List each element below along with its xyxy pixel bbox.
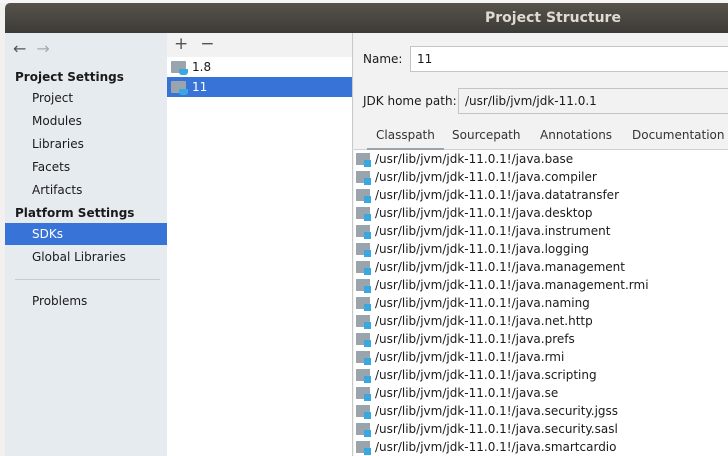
classpath-item[interactable]: /usr/lib/jvm/jdk-11.0.1!/java.management… (354, 276, 728, 294)
classpath-item[interactable]: /usr/lib/jvm/jdk-11.0.1!/java.smartcardi… (354, 438, 728, 456)
add-icon[interactable]: + (174, 34, 188, 54)
jar-folder-icon (356, 423, 371, 437)
tab-annotations[interactable]: Annotations (540, 128, 612, 142)
jar-folder-icon (356, 405, 371, 419)
classpath-path: /usr/lib/jvm/jdk-11.0.1!/java.security.j… (375, 404, 619, 418)
sidebar-item-libraries[interactable]: Libraries (5, 133, 167, 155)
jar-folder-icon (356, 225, 371, 239)
classpath-path: /usr/lib/jvm/jdk-11.0.1!/java.rmi (375, 350, 565, 364)
classpath-item[interactable]: /usr/lib/jvm/jdk-11.0.1!/java.datatransf… (354, 186, 728, 204)
classpath-path: /usr/lib/jvm/jdk-11.0.1!/java.datatransf… (375, 188, 620, 202)
sidebar-item-modules[interactable]: Modules (5, 110, 167, 132)
back-arrow-icon[interactable]: ← (13, 39, 26, 58)
classpath-item[interactable]: /usr/lib/jvm/jdk-11.0.1!/java.base (354, 150, 728, 168)
name-label: Name: (363, 52, 403, 66)
sdk-detail-panel: Name: 11 JDK home path: /usr/lib/jvm/jdk… (354, 33, 728, 456)
jar-folder-icon (356, 315, 371, 329)
classpath-item[interactable]: /usr/lib/jvm/jdk-11.0.1!/java.scripting (354, 366, 728, 384)
jar-folder-icon (356, 261, 371, 275)
classpath-list[interactable]: /usr/lib/jvm/jdk-11.0.1!/java.base/usr/l… (354, 150, 728, 456)
sidebar-item-sdks[interactable]: SDKs (5, 223, 167, 245)
jar-folder-icon (356, 369, 371, 383)
sidebar: ← → Project Settings Project Modules Libr… (5, 33, 167, 456)
classpath-item[interactable]: /usr/lib/jvm/jdk-11.0.1!/java.compiler (354, 168, 728, 186)
classpath-path: /usr/lib/jvm/jdk-11.0.1!/java.smartcardi… (375, 440, 617, 454)
jar-folder-icon (356, 441, 371, 455)
jar-folder-icon (356, 189, 371, 203)
classpath-item[interactable]: /usr/lib/jvm/jdk-11.0.1!/java.logging (354, 240, 728, 258)
jar-folder-icon (356, 171, 371, 185)
jar-folder-icon (356, 387, 371, 401)
classpath-path: /usr/lib/jvm/jdk-11.0.1!/java.se (375, 386, 559, 400)
classpath-item[interactable]: /usr/lib/jvm/jdk-11.0.1!/java.desktop (354, 204, 728, 222)
jar-folder-icon (356, 351, 371, 365)
sidebar-item-project[interactable]: Project (5, 87, 167, 109)
classpath-path: /usr/lib/jvm/jdk-11.0.1!/java.prefs (375, 332, 575, 346)
classpath-item[interactable]: /usr/lib/jvm/jdk-11.0.1!/java.rmi (354, 348, 728, 366)
classpath-path: /usr/lib/jvm/jdk-11.0.1!/java.desktop (375, 206, 593, 220)
name-input[interactable]: 11 (410, 46, 728, 72)
forward-arrow-icon[interactable]: → (36, 39, 49, 58)
section-project-settings: Project Settings (15, 70, 124, 84)
classpath-path: /usr/lib/jvm/jdk-11.0.1!/java.net.http (375, 314, 593, 328)
tab-classpath[interactable]: Classpath (367, 128, 444, 151)
classpath-path: /usr/lib/jvm/jdk-11.0.1!/java.compiler (375, 170, 597, 184)
title-bar: Project Structure (5, 3, 728, 33)
sdk-list-panel: + − 1.8 11 (167, 33, 353, 456)
section-platform-settings: Platform Settings (15, 206, 135, 220)
sidebar-item-artifacts[interactable]: Artifacts (5, 179, 167, 201)
classpath-path: /usr/lib/jvm/jdk-11.0.1!/java.security.s… (375, 422, 618, 436)
classpath-path: /usr/lib/jvm/jdk-11.0.1!/java.naming (375, 296, 590, 310)
classpath-item[interactable]: /usr/lib/jvm/jdk-11.0.1!/java.management (354, 258, 728, 276)
remove-icon[interactable]: − (200, 34, 214, 54)
jar-folder-icon (356, 333, 371, 347)
sdk-item[interactable]: 11 (167, 77, 352, 97)
tab-documentation-paths[interactable]: Documentation P (632, 128, 728, 142)
classpath-item[interactable]: /usr/lib/jvm/jdk-11.0.1!/java.net.http (354, 312, 728, 330)
sidebar-item-problems[interactable]: Problems (5, 290, 167, 312)
jdk-home-path-field[interactable]: /usr/lib/jvm/jdk-11.0.1 (458, 88, 728, 114)
classpath-item[interactable]: /usr/lib/jvm/jdk-11.0.1!/java.security.j… (354, 402, 728, 420)
classpath-item[interactable]: /usr/lib/jvm/jdk-11.0.1!/java.instrument (354, 222, 728, 240)
classpath-item[interactable]: /usr/lib/jvm/jdk-11.0.1!/java.se (354, 384, 728, 402)
jar-folder-icon (356, 207, 371, 221)
classpath-item[interactable]: /usr/lib/jvm/jdk-11.0.1!/java.security.s… (354, 420, 728, 438)
classpath-path: /usr/lib/jvm/jdk-11.0.1!/java.logging (375, 242, 590, 256)
sdk-item[interactable]: 1.8 (167, 57, 352, 77)
classpath-path: /usr/lib/jvm/jdk-11.0.1!/java.management… (375, 278, 649, 292)
classpath-item[interactable]: /usr/lib/jvm/jdk-11.0.1!/java.prefs (354, 330, 728, 348)
jar-folder-icon (356, 279, 371, 293)
tab-sourcepath[interactable]: Sourcepath (452, 128, 521, 142)
jar-folder-icon (356, 297, 371, 311)
classpath-path: /usr/lib/jvm/jdk-11.0.1!/java.base (375, 152, 574, 166)
classpath-path: /usr/lib/jvm/jdk-11.0.1!/java.management (375, 260, 625, 274)
window-title: Project Structure (485, 10, 621, 26)
divider (15, 279, 160, 280)
classpath-item[interactable]: /usr/lib/jvm/jdk-11.0.1!/java.naming (354, 294, 728, 312)
sidebar-item-facets[interactable]: Facets (5, 156, 167, 178)
classpath-path: /usr/lib/jvm/jdk-11.0.1!/java.scripting (375, 368, 597, 382)
jar-folder-icon (356, 153, 371, 167)
jdk-home-label: JDK home path: (363, 94, 457, 108)
jar-folder-icon (356, 243, 371, 257)
classpath-path: /usr/lib/jvm/jdk-11.0.1!/java.instrument (375, 224, 611, 238)
sidebar-item-global-libraries[interactable]: Global Libraries (5, 246, 167, 268)
jdk-folder-icon (171, 61, 188, 75)
jdk-folder-icon (171, 81, 188, 95)
tab-bar: Classpath Sourcepath Annotations Documen… (354, 122, 728, 151)
